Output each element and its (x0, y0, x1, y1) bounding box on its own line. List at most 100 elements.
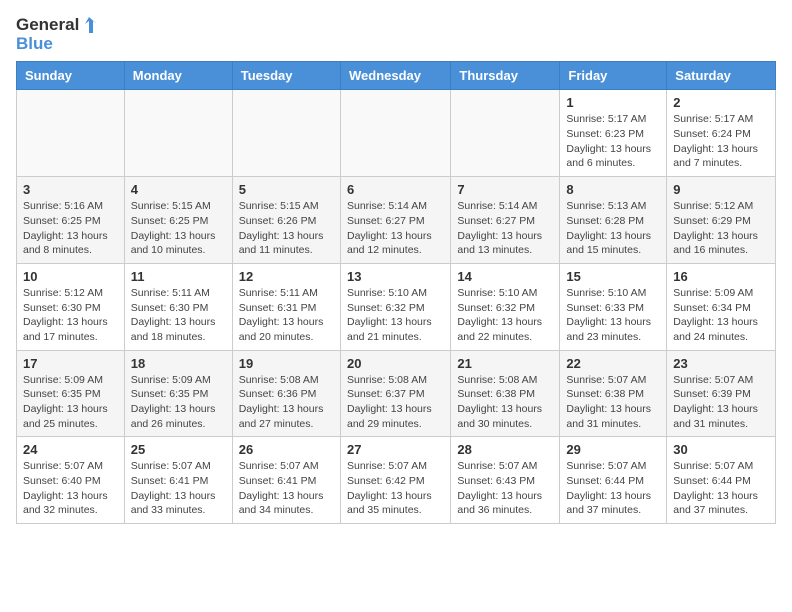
day-detail: Sunrise: 5:09 AM Sunset: 6:35 PM Dayligh… (131, 373, 226, 432)
day-detail: Sunrise: 5:11 AM Sunset: 6:30 PM Dayligh… (131, 286, 226, 345)
calendar-cell: 24 Sunrise: 5:07 AM Sunset: 6:40 PM Dayli… (17, 437, 125, 524)
day-number: 26 (239, 442, 334, 457)
calendar-cell: 9 Sunrise: 5:12 AM Sunset: 6:29 PM Daylig… (667, 177, 776, 264)
day-number: 13 (347, 269, 444, 284)
day-detail: Sunrise: 5:10 AM Sunset: 6:32 PM Dayligh… (347, 286, 444, 345)
day-number: 18 (131, 356, 226, 371)
day-detail: Sunrise: 5:09 AM Sunset: 6:35 PM Dayligh… (23, 373, 118, 432)
calendar-week-row: 3Sunrise: 5:16 AM Sunset: 6:25 PM Daylig… (17, 177, 776, 264)
day-detail: Sunrise: 5:14 AM Sunset: 6:27 PM Dayligh… (457, 199, 553, 258)
calendar-week-row: 10 Sunrise: 5:12 AM Sunset: 6:30 PM Dayli… (17, 263, 776, 350)
day-detail: Sunrise: 5:10 AM Sunset: 6:32 PM Dayligh… (457, 286, 553, 345)
calendar-cell: 8 Sunrise: 5:13 AM Sunset: 6:28 PM Daylig… (560, 177, 667, 264)
calendar-cell: 6Sunrise: 5:14 AM Sunset: 6:27 PM Daylig… (340, 177, 450, 264)
day-number: 19 (239, 356, 334, 371)
calendar-week-row: 1 Sunrise: 5:17 AM Sunset: 6:23 PM Daylig… (17, 90, 776, 177)
day-detail: Sunrise: 5:08 AM Sunset: 6:38 PM Dayligh… (457, 373, 553, 432)
calendar-cell: 27 Sunrise: 5:07 AM Sunset: 6:42 PM Dayli… (340, 437, 450, 524)
weekday-header-row: SundayMondayTuesdayWednesdayThursdayFrid… (17, 62, 776, 90)
weekday-header-friday: Friday (560, 62, 667, 90)
day-number: 12 (239, 269, 334, 284)
day-number: 11 (131, 269, 226, 284)
day-number: 1 (566, 95, 660, 110)
calendar-cell (124, 90, 232, 177)
logo-blue: Blue (16, 35, 99, 54)
calendar-cell: 7 Sunrise: 5:14 AM Sunset: 6:27 PM Daylig… (451, 177, 560, 264)
logo-general: General (16, 16, 79, 35)
day-number: 8 (566, 182, 660, 197)
day-detail: Sunrise: 5:13 AM Sunset: 6:28 PM Dayligh… (566, 199, 660, 258)
weekday-header-monday: Monday (124, 62, 232, 90)
day-number: 15 (566, 269, 660, 284)
calendar-cell: 2 Sunrise: 5:17 AM Sunset: 6:24 PM Daylig… (667, 90, 776, 177)
day-number: 16 (673, 269, 769, 284)
calendar-cell: 22 Sunrise: 5:07 AM Sunset: 6:38 PM Dayli… (560, 350, 667, 437)
calendar-cell (451, 90, 560, 177)
logo-text: General Blue (16, 16, 99, 53)
calendar-cell: 18 Sunrise: 5:09 AM Sunset: 6:35 PM Dayli… (124, 350, 232, 437)
day-number: 7 (457, 182, 553, 197)
calendar-cell: 29 Sunrise: 5:07 AM Sunset: 6:44 PM Dayli… (560, 437, 667, 524)
page-header: General Blue (16, 16, 776, 53)
calendar-cell: 28Sunrise: 5:07 AM Sunset: 6:43 PM Dayli… (451, 437, 560, 524)
day-number: 9 (673, 182, 769, 197)
day-number: 27 (347, 442, 444, 457)
calendar-cell: 14 Sunrise: 5:10 AM Sunset: 6:32 PM Dayli… (451, 263, 560, 350)
day-detail: Sunrise: 5:07 AM Sunset: 6:39 PM Dayligh… (673, 373, 769, 432)
day-number: 5 (239, 182, 334, 197)
logo: General Blue (16, 16, 99, 53)
weekday-header-saturday: Saturday (667, 62, 776, 90)
calendar-cell: 21Sunrise: 5:08 AM Sunset: 6:38 PM Dayli… (451, 350, 560, 437)
day-number: 25 (131, 442, 226, 457)
day-number: 30 (673, 442, 769, 457)
calendar-cell: 17Sunrise: 5:09 AM Sunset: 6:35 PM Dayli… (17, 350, 125, 437)
day-detail: Sunrise: 5:07 AM Sunset: 6:42 PM Dayligh… (347, 459, 444, 518)
calendar-cell: 16 Sunrise: 5:09 AM Sunset: 6:34 PM Dayli… (667, 263, 776, 350)
calendar-cell: 5 Sunrise: 5:15 AM Sunset: 6:26 PM Daylig… (232, 177, 340, 264)
logo-arrow-icon (81, 16, 99, 34)
calendar-cell: 10 Sunrise: 5:12 AM Sunset: 6:30 PM Dayli… (17, 263, 125, 350)
day-detail: Sunrise: 5:16 AM Sunset: 6:25 PM Dayligh… (23, 199, 118, 258)
calendar-week-row: 24 Sunrise: 5:07 AM Sunset: 6:40 PM Dayli… (17, 437, 776, 524)
weekday-header-thursday: Thursday (451, 62, 560, 90)
day-detail: Sunrise: 5:08 AM Sunset: 6:37 PM Dayligh… (347, 373, 444, 432)
day-detail: Sunrise: 5:09 AM Sunset: 6:34 PM Dayligh… (673, 286, 769, 345)
day-detail: Sunrise: 5:12 AM Sunset: 6:30 PM Dayligh… (23, 286, 118, 345)
calendar-cell: 19 Sunrise: 5:08 AM Sunset: 6:36 PM Dayli… (232, 350, 340, 437)
day-detail: Sunrise: 5:12 AM Sunset: 6:29 PM Dayligh… (673, 199, 769, 258)
day-detail: Sunrise: 5:15 AM Sunset: 6:26 PM Dayligh… (239, 199, 334, 258)
day-detail: Sunrise: 5:07 AM Sunset: 6:44 PM Dayligh… (673, 459, 769, 518)
calendar-week-row: 17Sunrise: 5:09 AM Sunset: 6:35 PM Dayli… (17, 350, 776, 437)
day-number: 14 (457, 269, 553, 284)
day-number: 28 (457, 442, 553, 457)
calendar-cell: 13 Sunrise: 5:10 AM Sunset: 6:32 PM Dayli… (340, 263, 450, 350)
calendar-cell: 15 Sunrise: 5:10 AM Sunset: 6:33 PM Dayli… (560, 263, 667, 350)
day-detail: Sunrise: 5:17 AM Sunset: 6:23 PM Dayligh… (566, 112, 660, 171)
calendar-cell (17, 90, 125, 177)
calendar-cell: 3Sunrise: 5:16 AM Sunset: 6:25 PM Daylig… (17, 177, 125, 264)
day-number: 10 (23, 269, 118, 284)
day-number: 23 (673, 356, 769, 371)
weekday-header-tuesday: Tuesday (232, 62, 340, 90)
day-number: 29 (566, 442, 660, 457)
day-number: 2 (673, 95, 769, 110)
calendar-cell (232, 90, 340, 177)
day-number: 22 (566, 356, 660, 371)
day-detail: Sunrise: 5:07 AM Sunset: 6:44 PM Dayligh… (566, 459, 660, 518)
day-detail: Sunrise: 5:10 AM Sunset: 6:33 PM Dayligh… (566, 286, 660, 345)
day-detail: Sunrise: 5:11 AM Sunset: 6:31 PM Dayligh… (239, 286, 334, 345)
calendar-cell: 30 Sunrise: 5:07 AM Sunset: 6:44 PM Dayli… (667, 437, 776, 524)
calendar-cell: 11 Sunrise: 5:11 AM Sunset: 6:30 PM Dayli… (124, 263, 232, 350)
day-number: 6 (347, 182, 444, 197)
calendar-table: SundayMondayTuesdayWednesdayThursdayFrid… (16, 61, 776, 524)
day-detail: Sunrise: 5:07 AM Sunset: 6:40 PM Dayligh… (23, 459, 118, 518)
day-detail: Sunrise: 5:08 AM Sunset: 6:36 PM Dayligh… (239, 373, 334, 432)
calendar-cell: 26Sunrise: 5:07 AM Sunset: 6:41 PM Dayli… (232, 437, 340, 524)
day-number: 24 (23, 442, 118, 457)
day-detail: Sunrise: 5:07 AM Sunset: 6:38 PM Dayligh… (566, 373, 660, 432)
calendar-cell: 1 Sunrise: 5:17 AM Sunset: 6:23 PM Daylig… (560, 90, 667, 177)
day-detail: Sunrise: 5:17 AM Sunset: 6:24 PM Dayligh… (673, 112, 769, 171)
calendar-cell (340, 90, 450, 177)
calendar-cell: 25Sunrise: 5:07 AM Sunset: 6:41 PM Dayli… (124, 437, 232, 524)
calendar-cell: 12 Sunrise: 5:11 AM Sunset: 6:31 PM Dayli… (232, 263, 340, 350)
